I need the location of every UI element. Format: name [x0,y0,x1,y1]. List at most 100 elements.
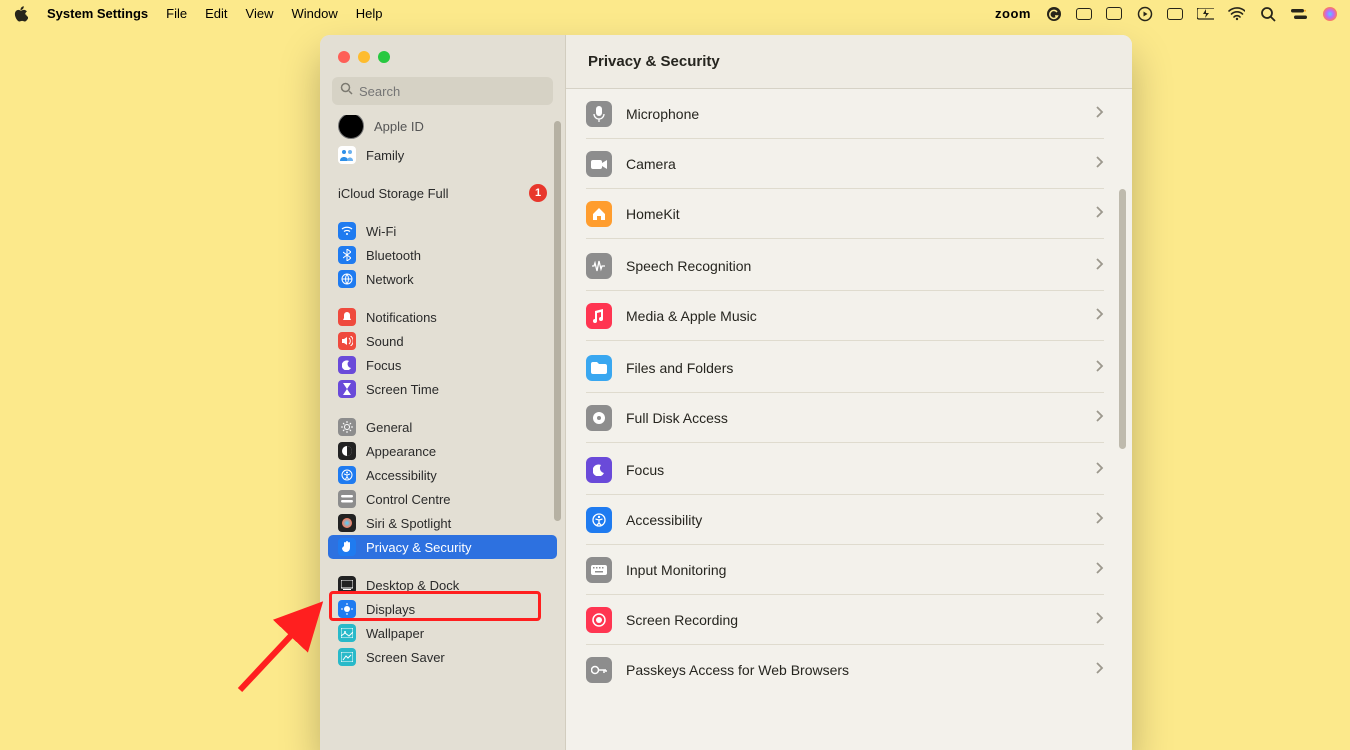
sidebar-item-family[interactable]: Family [328,143,557,167]
chevron-right-icon [1096,611,1104,629]
spotlight-icon[interactable] [1259,5,1276,22]
settings-row-label: Input Monitoring [626,562,726,578]
moon-icon [338,356,356,374]
search-field[interactable] [332,77,553,105]
settings-row-accessibility[interactable]: Accessibility [586,495,1104,545]
settings-row-camera[interactable]: Camera [586,139,1104,189]
sidebar-item-label: Screen Time [366,382,439,397]
sidebar-item-screen-time[interactable]: Screen Time [328,377,557,401]
siri-icon[interactable] [1321,5,1338,22]
sidebar-item-accessibility[interactable]: Accessibility [328,463,557,487]
sidebar-item-control-centre[interactable]: Control Centre [328,487,557,511]
sidebar-item-general[interactable]: General [328,415,557,439]
settings-row-focus[interactable]: Focus [586,445,1104,495]
sidebar-item-label: Wallpaper [366,626,424,641]
sidebar-scroll[interactable]: Apple ID Family iCloud Storage Full 1 Wi… [320,115,565,750]
settings-row-label: Screen Recording [626,612,738,628]
apple-logo-icon[interactable] [12,5,29,22]
disk-icon [586,405,612,431]
wifi-icon[interactable] [1228,5,1245,22]
sidebar-item-privacy-security[interactable]: Privacy & Security [328,535,557,559]
sidebar-item-label: Control Centre [366,492,451,507]
home-icon [586,201,612,227]
sidebar-item-displays[interactable]: Displays [328,597,557,621]
display-icon[interactable] [1106,7,1122,20]
sidebar-item-notifications[interactable]: Notifications [328,305,557,329]
sidebar-item-appearance[interactable]: Appearance [328,439,557,463]
music-icon [586,303,612,329]
main-scroll[interactable]: BluetoothMicrophoneCameraHomeKitSpeech R… [566,89,1132,750]
sidebar-item-label: Family [366,148,404,163]
sidebar-item-label: Notifications [366,310,437,325]
sidebar-item-label: General [366,420,412,435]
settings-row-label: Accessibility [626,512,702,528]
sidebar-item-siri-spotlight[interactable]: Siri & Spotlight [328,511,557,535]
settings-row-full-disk-access[interactable]: Full Disk Access [586,393,1104,443]
status-app-icon[interactable] [1076,8,1092,20]
menu-edit[interactable]: Edit [205,6,227,21]
search-icon [340,82,353,100]
sidebar-item-focus[interactable]: Focus [328,353,557,377]
sidebar-item-label: Focus [366,358,401,373]
sidebar-item-wallpaper[interactable]: Wallpaper [328,621,557,645]
accessibility-icon [338,466,356,484]
sidebar-item-label: Siri & Spotlight [366,516,451,531]
sidebar-item-label: Bluetooth [366,248,421,263]
sidebar-item-label: Privacy & Security [366,540,471,555]
menu-help[interactable]: Help [356,6,383,21]
sidebar-item-apple-id[interactable]: Apple ID [328,115,557,143]
avatar-icon [338,115,364,139]
control-center-icon[interactable] [1290,5,1307,22]
menubar-left: System Settings File Edit View Window He… [12,5,382,22]
menu-file[interactable]: File [166,6,187,21]
app-name[interactable]: System Settings [47,6,148,21]
dock-icon [338,576,356,594]
settings-row-screen-recording[interactable]: Screen Recording [586,595,1104,645]
settings-row-speech-recognition[interactable]: Speech Recognition [586,241,1104,291]
settings-row-media-apple-music[interactable]: Media & Apple Music [586,291,1104,341]
sidebar-item-network[interactable]: Network [328,267,557,291]
close-window-button[interactable] [338,51,350,63]
sidebar-item-icloud-storage[interactable]: iCloud Storage Full 1 [328,181,557,205]
sidebar-item-sound[interactable]: Sound [328,329,557,353]
settings-list: BluetoothMicrophoneCameraHomeKitSpeech R… [586,89,1104,695]
main-scrollbar[interactable] [1119,189,1126,449]
sidebar-item-label: Sound [366,334,404,349]
chevron-right-icon [1096,359,1104,377]
chevron-right-icon [1096,409,1104,427]
settings-row-files-and-folders[interactable]: Files and Folders [586,343,1104,393]
menu-view[interactable]: View [246,6,274,21]
settings-row-homekit[interactable]: HomeKit [586,189,1104,239]
network-icon [338,270,356,288]
appearance-icon [338,442,356,460]
battery-icon[interactable] [1197,5,1214,22]
settings-row-label: Focus [626,462,664,478]
page-title: Privacy & Security [588,53,720,70]
key-icon [586,657,612,683]
zoom-menu-icon[interactable]: zoom [995,6,1031,21]
settings-row-passkeys-access-for-web-browsers[interactable]: Passkeys Access for Web Browsers [586,645,1104,695]
sidebar-item-label: Displays [366,602,415,617]
sidebar-item-bluetooth[interactable]: Bluetooth [328,243,557,267]
play-circle-icon[interactable] [1136,5,1153,22]
settings-row-microphone[interactable]: Microphone [586,89,1104,139]
settings-row-input-monitoring[interactable]: Input Monitoring [586,545,1104,595]
sidebar-item-wifi[interactable]: Wi-Fi [328,219,557,243]
sidebar-item-desktop-dock[interactable]: Desktop & Dock [328,573,557,597]
search-input[interactable] [359,84,545,99]
main-pane: Privacy & Security BluetoothMicrophoneCa… [566,35,1132,750]
sidebar-item-screen-saver[interactable]: Screen Saver [328,645,557,669]
sidebar-item-label: Desktop & Dock [366,578,459,593]
settings-row-label: Camera [626,156,676,172]
chevron-right-icon [1096,511,1104,529]
menu-window[interactable]: Window [291,6,337,21]
stage-manager-icon[interactable] [1167,8,1183,20]
settings-row-label: Microphone [626,106,699,122]
wifi-icon [338,222,356,240]
menubar-right: zoom [995,5,1338,22]
grammarly-icon[interactable] [1045,5,1062,22]
maximize-window-button[interactable] [378,51,390,63]
minimize-window-button[interactable] [358,51,370,63]
gear-icon [338,418,356,436]
sidebar-item-label: Screen Saver [366,650,445,665]
